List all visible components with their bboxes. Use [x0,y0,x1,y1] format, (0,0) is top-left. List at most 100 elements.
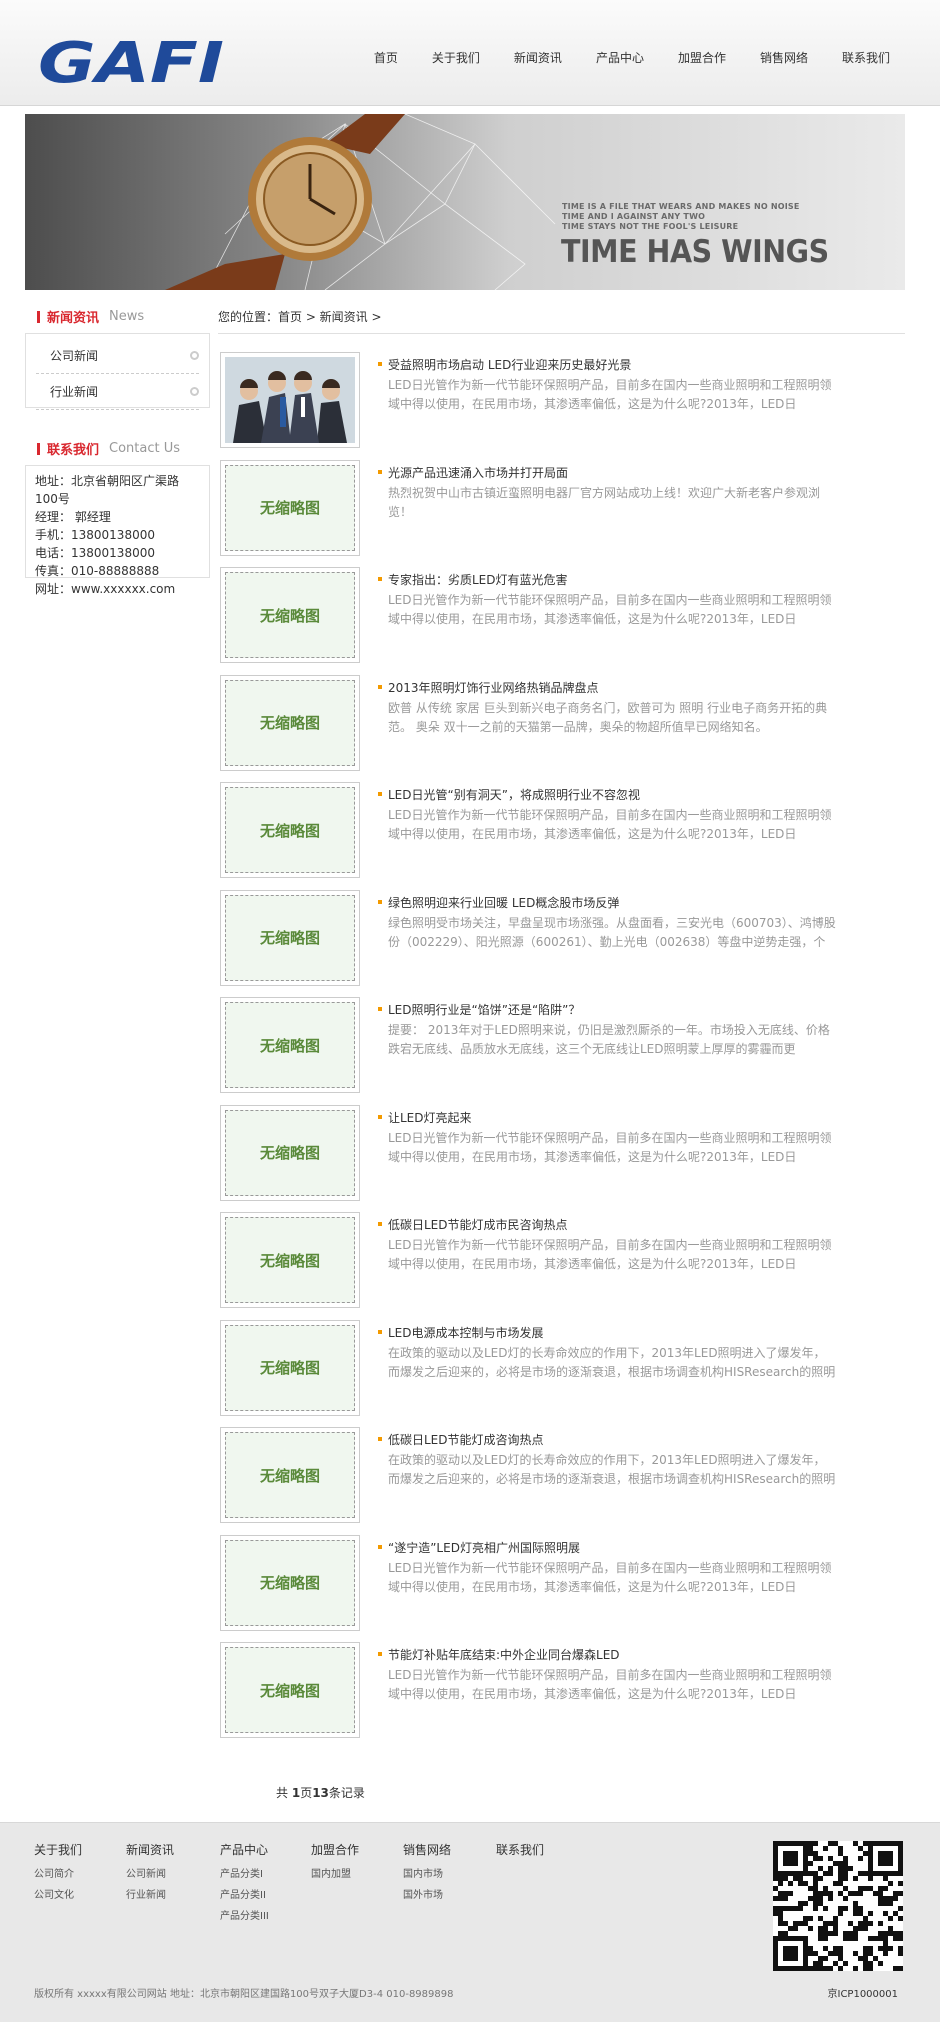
nav-item[interactable]: 销售网络 [736,48,818,68]
footer-column-title[interactable]: 销售网络 [403,1841,451,1858]
article-summary: LED日光管作为新一代节能环保照明产品，目前多在国内一些商业照明和工程照明领域中… [388,378,832,411]
footer-link[interactable]: 国内加盟 [311,1864,359,1885]
no-image-placeholder: 无缩略图 [225,1002,355,1088]
footer-link[interactable]: 产品分类II [220,1885,269,1906]
article-thumbnail[interactable]: 无缩略图 [220,1212,360,1308]
contact-box-title: 联系我们 [47,443,100,458]
footer-column-title[interactable]: 联系我们 [496,1841,544,1858]
article-title[interactable]: 让LED灯亮起来 [378,1109,472,1126]
footer-column-title[interactable]: 加盟合作 [311,1841,359,1858]
article-thumbnail[interactable]: 无缩略图 [220,889,360,986]
article-title[interactable]: 低碳日LED节能灯成咨询热点 [378,1431,544,1448]
list-item: 无缩略图 LED电源成本控制与市场发展在政策的驱动以及LED灯的长寿命效应的作用下… [218,1318,905,1426]
footer-link[interactable]: 国外市场 [403,1885,451,1906]
nav-item[interactable]: 产品中心 [572,48,654,68]
nav-item[interactable]: 加盟合作 [654,48,736,68]
article-thumbnail[interactable]: 无缩略图 [220,782,360,878]
no-image-placeholder: 无缩略图 [225,787,355,873]
no-image-placeholder: 无缩略图 [225,1109,355,1196]
contact-box-header: 联系我们 Contact Us [25,432,210,466]
footer-column-title[interactable]: 产品中心 [220,1841,269,1858]
site-footer: 关于我们 公司简介 公司文化 新闻资讯 公司新闻 行业新闻 产品中心 产品分类I 产品分类II 产… [0,1822,940,2022]
article-thumbnail[interactable]: 无缩略图 [220,1534,360,1631]
article-list: 受益照明市场启动 LED行业迎来历史最好光景 LED日光管作为新一代节能环保照明产… [218,350,905,1748]
nav-item[interactable]: 首页 [374,48,408,68]
article-title[interactable]: 绿色照明迎来行业回暖 LED概念股市场反弹 [378,894,619,911]
no-image-placeholder: 无缩略图 [225,1432,355,1518]
footer-column: 产品中心产品分类I 产品分类II 产品分类III [220,1841,269,1927]
footer-column: 新闻资讯公司新闻 行业新闻 [126,1841,174,1906]
news-box-title: 新闻资讯 [47,311,100,326]
footer-column-title[interactable]: 关于我们 [34,1841,82,1858]
article-thumbnail[interactable]: 无缩略图 [220,997,360,1093]
article-thumbnail[interactable] [220,352,360,448]
list-item: 无缩略图 专家指出：劣质LED灯有蓝光危害 LED日光管作为新一代节能环保照明产品，… [218,565,905,673]
gafi-logo[interactable]: GAFI [38,38,228,86]
contact-address: 地址：北京省朝阳区广渠路100号 [35,474,180,506]
footer-column-title[interactable]: 新闻资讯 [126,1841,174,1858]
article-title[interactable]: “遂宁造”LED灯亮相广州国际照明展 [378,1539,580,1556]
category-item-company-news[interactable]: 公司新闻 [36,338,199,374]
sidebar: 新闻资讯 News 公司新闻 行业新闻 联系我们 Contact Us 地址：北… [25,300,210,596]
article-thumbnail[interactable]: 无缩略图 [220,459,360,556]
article-summary: LED日光管作为新一代节能环保照明产品，目前多在国内一些商业照明和工程照明领域中… [388,1560,832,1594]
breadcrumb: 您的位置：首页 > 新闻资讯 > [218,300,905,334]
footer-link[interactable]: 国内市场 [403,1864,451,1885]
no-image-placeholder: 无缩略图 [225,894,355,981]
icp-license[interactable]: 京ICP1000001 [828,1985,899,2000]
article-thumbnail[interactable]: 无缩略图 [220,1104,360,1201]
news-box-header: 新闻资讯 News [25,300,210,334]
nav-item[interactable]: 关于我们 [408,48,490,68]
list-item: 无缩略图 LED日光管“别有洞天”，将成照明行业不容忽视 LED日光管作为新一代节能… [218,780,905,888]
article-summary: 在政策的驱动以及LED灯的长寿命效应的作用下，2013年LED照明进入了爆发年，… [388,1345,836,1379]
footer-link[interactable]: 产品分类III [220,1906,269,1927]
footer-link[interactable]: 公司简介 [34,1864,82,1885]
nav-item[interactable]: 新闻资讯 [490,48,572,68]
article-thumbnail[interactable]: 无缩略图 [220,674,360,771]
article-title[interactable]: 光源产品迅速涌入市场并打开局面 [378,464,568,481]
banner-headline: TIME HAS WINGS [561,234,829,270]
footer-column: 销售网络国内市场 国外市场 [403,1841,451,1906]
pagination-summary: 共 1页13条记录 [276,1786,365,1800]
article-summary: LED日光管作为新一代节能环保照明产品，目前多在国内一些商业照明和工程照明领域中… [388,1130,832,1164]
footer-column: 关于我们公司简介 公司文化 [34,1841,82,1906]
article-title[interactable]: LED日光管“别有洞天”，将成照明行业不容忽视 [378,786,640,803]
list-item: 无缩略图 “遂宁造”LED灯亮相广州国际照明展 LED日光管作为新一代节能环保照明产… [218,1533,905,1641]
site-header: GAFI 首页 关于我们 新闻资讯 产品中心 加盟合作 销售网络 联系我们 [0,0,940,106]
footer-link[interactable]: 公司新闻 [126,1864,174,1885]
no-image-placeholder: 无缩略图 [225,1647,355,1733]
footer-column: 加盟合作 国内加盟 [311,1841,359,1885]
contact-website: 网址：www.xxxxxx.com [35,582,176,596]
list-item: 无缩略图 低碳日LED节能灯成咨询热点在政策的驱动以及LED灯的长寿命效应的作用下… [218,1425,905,1533]
list-item: 受益照明市场启动 LED行业迎来历史最好光景 LED日光管作为新一代节能环保照明产… [218,350,905,458]
footer-column: 联系我们 [496,1841,544,1864]
article-title[interactable]: 受益照明市场启动 LED行业迎来历史最好光景 [378,356,631,373]
article-thumbnail[interactable]: 无缩略图 [220,1319,360,1416]
svg-text:GAFI: GAFI [38,38,224,86]
footer-link[interactable]: 产品分类I [220,1864,269,1885]
contact-box-title-en: Contact Us [109,441,181,456]
article-summary: 在政策的驱动以及LED灯的长寿命效应的作用下，2013年LED照明进入了爆发年，… [388,1453,836,1486]
no-image-placeholder: 无缩略图 [225,679,355,766]
business-people-photo [225,357,355,443]
article-thumbnail[interactable]: 无缩略图 [220,1642,360,1738]
list-item: 无缩略图 2013年照明灯饰行业网络热销品牌盘点 欧普 从传统 家居 巨头到新兴电子… [218,673,905,781]
article-summary: 绿色照明受市场关注，早盘呈现市场涨强。从盘面看，三安光电（600703）、鸿博股… [388,915,836,949]
footer-link[interactable]: 行业新闻 [126,1885,174,1906]
qr-code [773,1841,903,1971]
article-title[interactable]: 专家指出：劣质LED灯有蓝光危害 [378,571,568,588]
article-title[interactable]: 2013年照明灯饰行业网络热销品牌盘点 [378,679,599,696]
article-thumbnail[interactable]: 无缩略图 [220,567,360,663]
list-item: 无缩略图 LED照明行业是“馅饼”还是“陷阱”？ 提要： 2013年对于LED照明来… [218,995,905,1103]
article-thumbnail[interactable]: 无缩略图 [220,1427,360,1523]
article-summary: 提要： 2013年对于LED照明来说，仍旧是激烈厮杀的一年。市场投入无底线、价格… [388,1023,830,1056]
article-title[interactable]: LED照明行业是“馅饼”还是“陷阱”？ [378,1001,580,1018]
nav-item[interactable]: 联系我们 [818,48,900,68]
footer-link[interactable]: 公司文化 [34,1885,82,1906]
article-title[interactable]: 低碳日LED节能灯成市民咨询热点 [378,1216,568,1233]
list-item: 无缩略图 低碳日LED节能灯成市民咨询热点 LED日光管作为新一代节能环保照明产品，… [218,1210,905,1318]
article-title[interactable]: LED电源成本控制与市场发展 [378,1324,544,1341]
article-title[interactable]: 节能灯补贴年底结束:中外企业同台爆森LED [378,1646,620,1663]
category-item-industry-news[interactable]: 行业新闻 [36,374,199,410]
contact-mobile: 手机：13800138000 [35,528,155,542]
